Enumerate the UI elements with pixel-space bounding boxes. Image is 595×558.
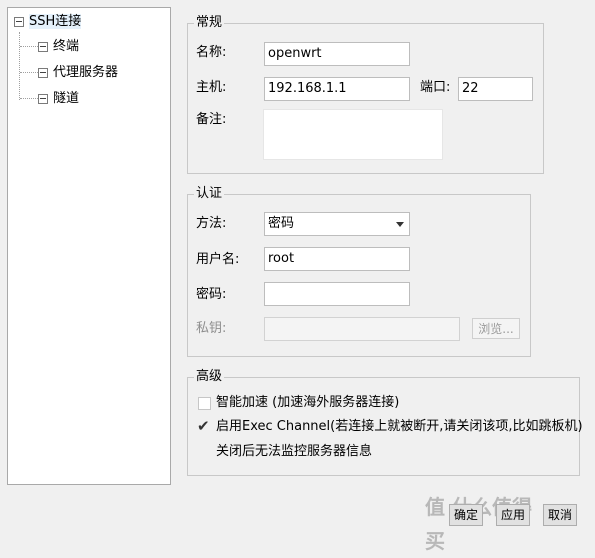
method-label: 方法: [196,216,227,231]
browse-button: 浏览... [472,318,520,339]
auth-group-title: 认证 [194,186,225,202]
ok-button[interactable]: 确定 [449,504,483,526]
method-select-value: 密码 [268,216,295,231]
note-label: 备注: [196,112,227,127]
host-label: 主机: [196,80,227,95]
checkmark-icon[interactable]: ✔ [197,419,210,434]
advanced-group-title: 高级 [194,369,225,385]
name-label: 名称: [196,45,227,60]
exec-channel-note: 关闭后无法监控服务器信息 [216,444,373,459]
tree-item-proxy[interactable]: 代理服务器 [38,63,118,83]
cancel-button[interactable]: 取消 [543,504,577,526]
private-key-input [264,317,460,341]
password-input[interactable] [264,282,410,306]
port-input[interactable]: 22 [458,77,533,101]
tree-item-tunnel[interactable]: 隧道 [38,89,79,109]
chevron-down-icon [396,222,404,227]
tree-connector [20,98,38,99]
exec-channel-label: 启用Exec Channel(若连接上就被断开,请关闭该项,比如跳板机) [216,419,583,434]
tree-item-proxy-label: 代理服务器 [53,65,119,80]
expander-icon[interactable] [38,41,48,52]
tree-item-terminal-label: 终端 [53,39,80,54]
expander-icon[interactable] [38,67,48,78]
tree-connector [19,32,20,100]
host-input[interactable]: 192.168.1.1 [264,77,410,101]
smart-accel-checkbox[interactable] [198,397,211,410]
tree-item-terminal[interactable]: 终端 [38,37,79,57]
tree-connector [20,46,38,47]
private-key-label: 私钥: [196,321,227,336]
method-select[interactable]: 密码 [264,212,410,236]
settings-tree: SSH连接 终端 代理服务器 隧道 [7,7,171,485]
note-textarea[interactable] [263,109,443,160]
username-input[interactable]: root [264,247,410,271]
apply-button[interactable]: 应用 [496,504,530,526]
expander-icon[interactable] [38,93,48,104]
collapse-icon[interactable] [14,16,24,27]
name-input[interactable]: openwrt [264,42,410,66]
tree-connector [20,72,38,73]
port-label: 端口: [420,80,451,95]
tree-item-tunnel-label: 隧道 [53,91,80,106]
tree-item-ssh[interactable]: SSH连接 [14,12,82,32]
password-label: 密码: [196,287,227,302]
smart-accel-label: 智能加速 (加速海外服务器连接) [216,395,400,410]
general-group-title: 常规 [194,15,225,31]
tree-item-ssh-label: SSH连接 [29,14,82,29]
username-label: 用户名: [196,252,240,267]
